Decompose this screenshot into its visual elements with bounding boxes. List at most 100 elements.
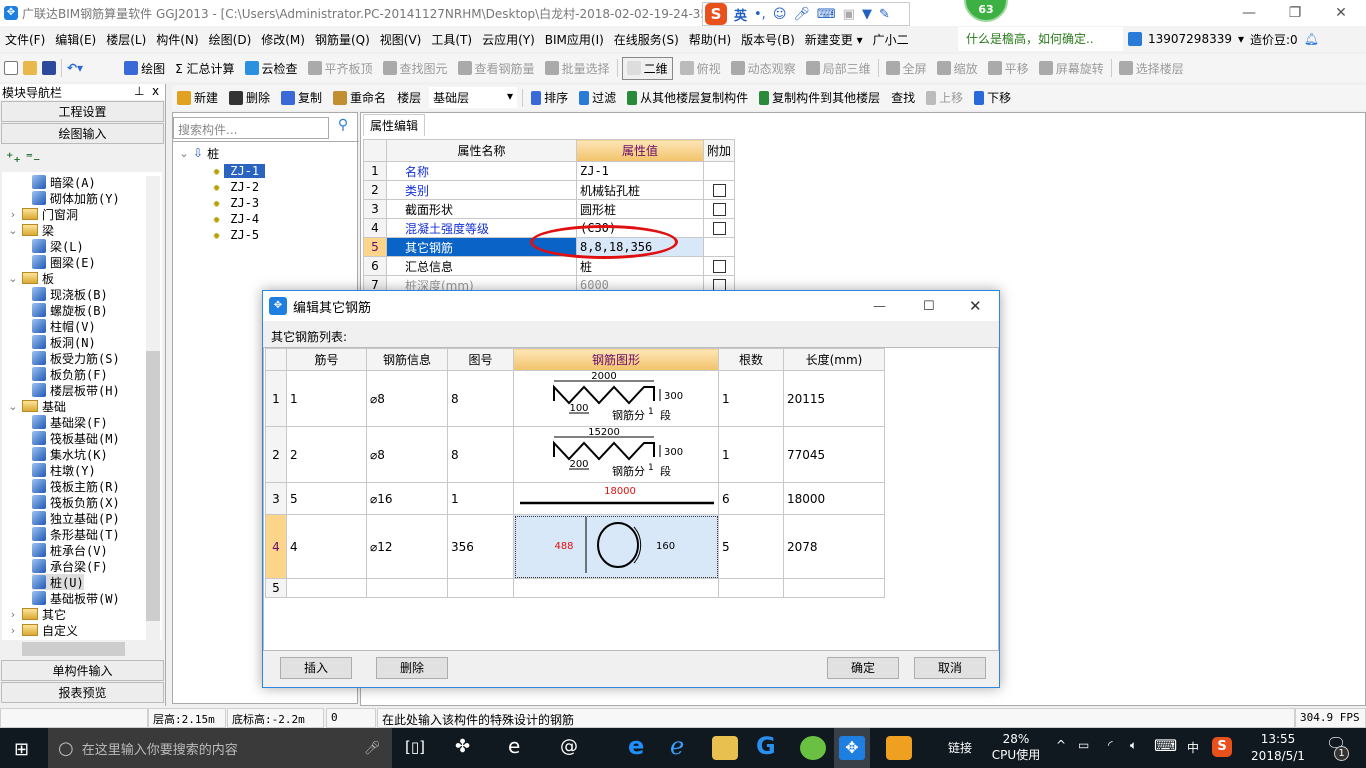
toolbar-button[interactable]: 屏幕旋转 (1036, 60, 1107, 77)
property-row[interactable]: 1 名称 ZJ-1 (363, 161, 735, 181)
tree-item[interactable]: 基础板带(W) (32, 590, 120, 606)
tree-item[interactable]: 桩(U) (32, 574, 84, 590)
project-settings-button[interactable]: 工程设置 (1, 101, 164, 122)
tree-item[interactable]: ⌄ 板 (8, 270, 54, 286)
minimize-button[interactable]: — (873, 299, 886, 314)
new-file-icon[interactable] (4, 61, 18, 75)
tree-item[interactable]: 板受力筋(S) (32, 350, 120, 366)
menu-item[interactable]: 帮助(H) (684, 31, 736, 48)
tree-item[interactable]: 板负筋(F) (32, 366, 108, 382)
active-app-slot[interactable]: ✥ (834, 728, 870, 768)
sogou-tray-icon[interactable]: S (1212, 737, 1232, 757)
rebar-row[interactable]: 1 1 ⌀8 8 2000 300 100 钢筋分 1 段 1 20115 (265, 370, 885, 427)
file-explorer-icon[interactable] (712, 736, 738, 760)
rebar-info[interactable]: ⌀16 (366, 482, 448, 515)
rebar-length[interactable]: 77045 (783, 426, 885, 483)
scrollbar-thumb[interactable] (146, 351, 160, 621)
toolbar-button[interactable]: 删除 (226, 89, 273, 106)
toolbar-button[interactable]: 选择楼层 (1116, 60, 1187, 77)
rebar-info[interactable] (366, 578, 448, 598)
ime-mode-button[interactable]: 英 (734, 5, 747, 24)
property-value[interactable]: ZJ-1 (576, 161, 704, 181)
rebar-fig[interactable] (447, 578, 514, 598)
ie-icon[interactable]: e (508, 734, 520, 758)
menu-item[interactable]: 构件(N) (151, 31, 203, 48)
rebar-count[interactable] (718, 578, 784, 598)
expander-icon[interactable]: ⌄ (8, 400, 18, 413)
keyboard-icon[interactable]: ⌨ (1154, 736, 1177, 755)
collapse-icon[interactable]: ⌄ (179, 147, 189, 160)
toolbar-button[interactable]: 缩放 (934, 60, 981, 77)
expander-icon[interactable]: ⌄ (8, 272, 18, 285)
menu-item[interactable]: 文件(F) (0, 31, 50, 48)
minimize-button[interactable]: — (1226, 2, 1272, 24)
tree-item[interactable]: 板洞(N) (32, 334, 96, 350)
tree-item[interactable]: ⌄ 基础 (8, 398, 66, 414)
tree-item[interactable]: ⌄ 梁 (8, 222, 54, 238)
tree-item[interactable]: › 其它 (8, 606, 66, 622)
rebar-fig[interactable]: 1 (447, 482, 514, 515)
save-icon[interactable] (42, 61, 56, 75)
extra-checkbox[interactable] (712, 222, 726, 235)
toolbar-button[interactable]: 动态观察 (728, 60, 799, 77)
toolbar-button[interactable]: 绘图 (121, 60, 168, 77)
tree-item[interactable]: 柱墩(Y) (32, 462, 96, 478)
windows-start-icon[interactable]: ⊞ (14, 739, 29, 760)
toolbar-button[interactable]: 查看钢筋量 (455, 60, 538, 77)
glodon-g-icon[interactable]: G (756, 732, 776, 760)
rebar-no[interactable]: 2 (286, 426, 367, 483)
extra-checkbox[interactable] (712, 184, 726, 197)
extra-checkbox[interactable] (712, 203, 726, 216)
rebar-shape-cell[interactable]: 15200 300 200 钢筋分 1 段 (513, 426, 719, 483)
wrench-icon[interactable]: ✎ (879, 7, 890, 22)
toolbar-button[interactable]: 过滤 (576, 89, 619, 106)
menu-item[interactable]: 楼层(L) (101, 31, 151, 48)
tree-item[interactable]: › 自定义 (8, 622, 78, 638)
language-indicator[interactable]: 中 (1187, 739, 1199, 756)
rebar-length[interactable]: 18000 (783, 482, 885, 515)
bell-icon[interactable]: 🔔︎ (1304, 32, 1319, 46)
rebar-no[interactable]: 4 (286, 514, 367, 579)
toolbar-button[interactable]: 复制 (278, 89, 325, 106)
scrollbar-thumb[interactable] (22, 642, 125, 656)
toolbar-button[interactable]: 排序 (528, 89, 571, 106)
menu-item[interactable]: 视图(V) (375, 31, 427, 48)
microphone-icon[interactable]: 🎤︎ (793, 7, 810, 22)
tab-property-edit[interactable]: 属性编辑 (363, 114, 426, 136)
toolbar-button[interactable]: Σ 汇总计算 (172, 60, 237, 77)
expander-icon[interactable]: ⌄ (8, 224, 18, 237)
tree-item[interactable]: 条形基础(T) (32, 526, 120, 542)
menu-item[interactable]: 版本号(B) (736, 31, 800, 48)
tree-item[interactable]: 基础梁(F) (32, 414, 108, 430)
drawing-input-button[interactable]: 绘图输入 (1, 123, 164, 144)
property-value[interactable]: 机械钻孔桩 (576, 180, 704, 200)
keyboard-icon[interactable]: ⌨ (817, 7, 836, 22)
floor-select[interactable]: 基础层 ▾ (429, 87, 518, 108)
restore-button[interactable]: ❐ (1272, 2, 1318, 24)
menu-item[interactable]: 工具(T) (426, 31, 477, 48)
rebar-no[interactable] (286, 578, 367, 598)
expand-all-icon[interactable]: ⁺₊ ⁼₋ (6, 150, 40, 166)
edge-icon[interactable]: e (628, 732, 644, 760)
rebar-row[interactable]: 4 4 ⌀12 356 488 160 5 2078 (265, 514, 885, 579)
swirl-app-icon[interactable]: @ (560, 736, 578, 757)
rebar-count[interactable]: 5 (718, 514, 784, 579)
tree-item[interactable]: 砌体加筋(Y) (32, 190, 120, 206)
rebar-fig[interactable]: 8 (447, 370, 514, 427)
menu-item[interactable]: 编辑(E) (50, 31, 101, 48)
tree-item[interactable]: 圈梁(E) (32, 254, 96, 270)
tree-item[interactable]: 集水坑(K) (32, 446, 108, 462)
taskbar-search[interactable]: ○ 在这里输入你要搜索的内容 🎤︎ (48, 728, 392, 768)
toolbar-button[interactable]: 下移 (971, 89, 1014, 106)
rebar-row[interactable]: 5 (265, 578, 885, 598)
close-button[interactable]: ✕ (969, 297, 982, 315)
account-phone[interactable]: 13907298339 (1148, 32, 1232, 46)
rebar-no[interactable]: 5 (286, 482, 367, 515)
toolbar-button[interactable]: 重命名 (330, 89, 389, 106)
open-folder-icon[interactable] (23, 61, 37, 75)
expander-icon[interactable]: › (8, 608, 18, 621)
tree-item[interactable]: 暗梁(A) (32, 174, 96, 190)
rebar-fig[interactable]: 356 (447, 514, 514, 579)
notes-app-icon[interactable] (886, 736, 912, 760)
rebar-length[interactable] (783, 578, 885, 598)
